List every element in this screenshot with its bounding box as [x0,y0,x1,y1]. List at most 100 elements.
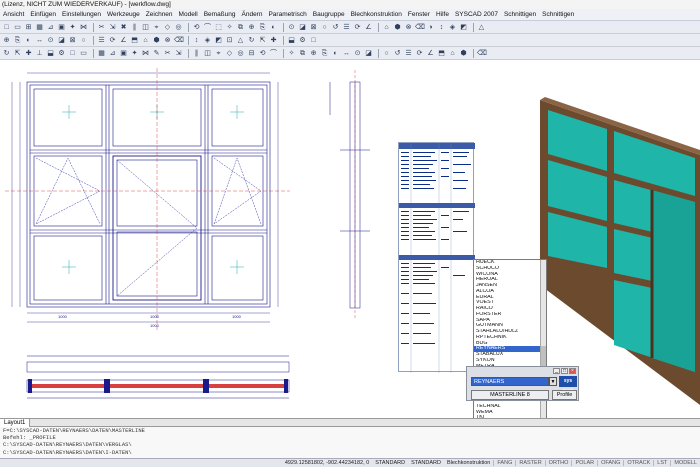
menu-item[interactable]: SYSCAD 2007 [452,11,501,18]
toolbar-tool-icon[interactable]: ◩ [214,36,223,45]
menu-item[interactable]: Fenster [405,11,433,18]
toolbar-tool-icon[interactable]: ⌫ [415,23,425,32]
profile-button[interactable]: Profile [552,390,577,400]
toolbar-tool-icon[interactable]: ⬓ [46,49,55,58]
toolbar-tool-icon[interactable]: ▣ [119,49,128,58]
toolbar-tool-icon[interactable]: ⊠ [68,36,77,45]
toolbar-tool-icon[interactable]: □ [68,49,77,58]
toolbar-tool-icon[interactable]: ⟳ [353,23,362,32]
toolbar-tool-icon[interactable]: ⊙ [287,23,296,32]
mode-fang[interactable]: FANG [493,460,515,466]
toolbar-tool-icon[interactable]: ▦ [35,23,44,32]
toolbar-tool-icon[interactable]: ∠ [426,49,435,58]
toolbar-tool-icon[interactable]: ⊙ [353,49,362,58]
toolbar-tool-icon[interactable]: ◑ [426,23,435,32]
toolbar-tool-icon[interactable]: ⇱ [13,49,22,58]
mode-ortho[interactable]: ORTHO [544,460,572,466]
mode-polar[interactable]: POLAR [571,460,597,466]
toolbar-tool-icon[interactable]: ▭ [13,23,22,32]
toolbar-tool-icon[interactable]: ⊗ [163,36,172,45]
toolbar-tool-icon[interactable]: ⌖ [214,49,223,58]
mode-lst[interactable]: LST [653,460,670,466]
toolbar-tool-icon[interactable]: ◈ [448,23,457,32]
toolbar-tool-icon[interactable]: ↕ [192,36,201,45]
drawing-canvas[interactable]: 1000 1000 1000 1000 HUECK SCHUCO WICONA … [0,60,700,418]
toolbar-tool-icon[interactable]: ⊕ [247,23,256,32]
toolbar-tool-icon[interactable]: ○ [79,36,88,45]
toolbar-tool-icon[interactable]: ◩ [459,23,468,32]
toolbar-tool-icon[interactable]: ▣ [57,23,66,32]
masterline-button[interactable]: MASTERLINE 8 [471,390,549,400]
menu-item[interactable]: Werkzeuge [104,11,143,18]
toolbar-tool-icon[interactable]: ⟲ [192,23,201,32]
menu-item[interactable]: Einstellungen [59,11,104,18]
chevron-down-icon[interactable]: ▼ [549,377,557,386]
toolbar-tool-icon[interactable]: ✂ [97,23,106,32]
toolbar-tool-icon[interactable]: □ [309,36,318,45]
toolbar-tool-icon[interactable]: ⌒ [269,49,278,58]
toolbar-tool-icon[interactable]: ⧉ [298,49,307,58]
toolbar-tool-icon[interactable]: ⊞ [24,23,33,32]
toolbar-tool-icon[interactable]: ☰ [342,23,351,32]
toolbar-tool-icon[interactable]: ◎ [174,23,183,32]
toolbar-tool-icon[interactable]: ☰ [404,49,413,58]
menu-item[interactable]: Einfügen [27,11,59,18]
mode-modell[interactable]: MODELL [670,460,700,466]
toolbar-tool-icon[interactable]: ↔ [342,49,351,58]
toolbar-tool-icon[interactable]: ↻ [247,36,256,45]
toolbar-tool-icon[interactable]: △ [236,36,245,45]
toolbar-tool-icon[interactable]: ⬒ [437,49,446,58]
toolbar-tool-icon[interactable]: ∥ [192,49,201,58]
toolbar-tool-icon[interactable]: ✂ [163,49,172,58]
toolbar-tool-icon[interactable]: ⇱ [258,36,267,45]
toolbar-tool-icon[interactable]: ⋈ [141,49,150,58]
toolbar-tool-icon[interactable]: ↕ [437,23,446,32]
toolbar-tool-icon[interactable]: ∥ [130,23,139,32]
toolbar-tool-icon[interactable]: ⊠ [309,23,318,32]
toolbar-tool-icon[interactable]: ✦ [68,23,77,32]
toolbar-tool-icon[interactable]: ◫ [203,49,212,58]
toolbar-tool-icon[interactable]: ⌫ [477,49,487,58]
toolbar-tool-icon[interactable]: ◇ [225,49,234,58]
toolbar-tool-icon[interactable]: ⊿ [108,49,117,58]
text-style-status[interactable]: STANDARD [372,460,408,466]
toolbar-tool-icon[interactable]: ◐ [269,23,278,32]
toolbar-tool-icon[interactable]: ↻ [2,49,11,58]
workspace-status[interactable]: Blechkonstruktion [444,460,493,466]
toolbar-tool-icon[interactable]: ⬢ [393,23,402,32]
menu-item[interactable]: Ansicht [0,11,27,18]
toolbar-tool-icon[interactable]: ⋈ [79,23,88,32]
toolbar-tool-icon[interactable]: ⎘ [13,36,22,45]
toolbar-tool-icon[interactable]: ◈ [203,36,212,45]
toolbar-tool-icon[interactable]: ∠ [364,23,373,32]
toolbar-tool-icon[interactable]: ◪ [57,36,66,45]
toolbar-tool-icon[interactable]: ⟳ [108,36,117,45]
toolbar-tool-icon[interactable]: ⌖ [152,23,161,32]
menu-item[interactable]: Schnittigen [539,11,577,18]
toolbar-tool-icon[interactable]: ⇲ [108,23,117,32]
menu-item[interactable]: Bemaßung [201,11,239,18]
minimize-button[interactable]: _ [553,368,560,374]
toolbar-tool-icon[interactable]: ⬢ [459,49,468,58]
mode-otrack[interactable]: OTRACK [623,460,653,466]
toolbar-tool-icon[interactable]: ⬓ [287,36,296,45]
toolbar-tool-icon[interactable]: ⚙ [57,49,66,58]
toolbar-tool-icon[interactable]: ✚ [269,36,278,45]
toolbar-tool-icon[interactable]: ✖ [119,23,128,32]
toolbar-tool-icon[interactable]: ⊕ [309,49,318,58]
toolbar-tool-icon[interactable]: ⟳ [415,49,424,58]
toolbar-tool-icon[interactable]: ○ [320,23,329,32]
menu-item[interactable]: Ändern [239,11,266,18]
toolbar-tool-icon[interactable]: ⬢ [152,36,161,45]
toolbar-tool-icon[interactable]: ✦ [130,49,139,58]
toolbar-tool-icon[interactable]: ✎ [152,49,161,58]
toolbar-tool-icon[interactable]: ▭ [79,49,88,58]
toolbar-tool-icon[interactable]: ✚ [24,49,33,58]
toolbar-tool-icon[interactable]: ⊗ [404,23,413,32]
toolbar-tool-icon[interactable]: ⊡ [225,36,234,45]
scrollbar-thumb[interactable] [541,346,546,366]
toolbar-tool-icon[interactable]: ▦ [97,49,106,58]
toolbar-tool-icon[interactable]: ⎘ [320,49,329,58]
dim-style-status[interactable]: STANDARD [408,460,444,466]
toolbar-tool-icon[interactable]: ☰ [97,36,106,45]
